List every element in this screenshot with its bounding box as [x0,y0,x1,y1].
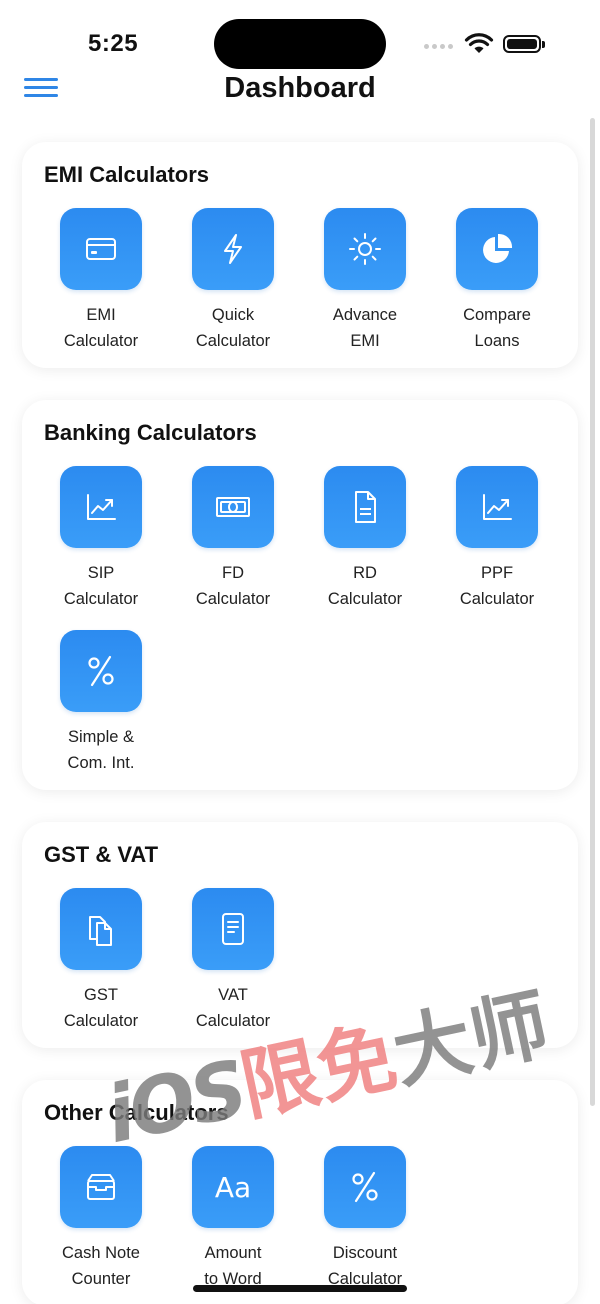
sun-icon [324,208,406,290]
tile-ppf-calculator[interactable]: PPF Calculator [438,466,556,612]
bolt-icon [192,208,274,290]
credit-card-icon [60,208,142,290]
tile-label: Cash Note Counter [62,1244,140,1288]
tile-label: RD Calculator [327,564,403,608]
section-emi-calculators: EMI Calculators EMI Calculator Quick Cal… [22,142,578,368]
tile-sip-calculator[interactable]: SIP Calculator [42,466,160,612]
tile-simple-compound-interest[interactable]: Simple & Com. Int. [42,630,160,776]
text-format-icon: Aa [192,1146,274,1228]
battery-icon [503,35,545,53]
section-title: GST & VAT [44,842,159,867]
tile-label: GST Calculator [63,986,139,1030]
navigation-bar: Dashboard [0,66,600,114]
home-indicator[interactable] [193,1285,407,1292]
page-title: Dashboard [224,72,376,104]
chart-line-up-icon [60,466,142,548]
list-document-icon [192,888,274,970]
section-title: Banking Calculators [44,420,257,445]
tile-vat-calculator[interactable]: VAT Calculator [174,888,292,1034]
wifi-icon [464,33,494,53]
tile-label: SIP Calculator [63,564,139,608]
tile-label: Simple & Com. Int. [67,728,135,772]
tile-label: Quick Calculator [195,306,271,350]
tile-advance-emi[interactable]: Advance EMI [306,208,424,354]
tile-label: PPF Calculator [459,564,535,608]
tile-rd-calculator[interactable]: RD Calculator [306,466,424,612]
tile-cash-note-counter[interactable]: Cash Note Counter [42,1146,160,1292]
tile-amount-to-word[interactable]: Aa Amount to Word [174,1146,292,1292]
scrollbar[interactable] [590,118,595,1106]
percent-icon [324,1146,406,1228]
pie-chart-icon [456,208,538,290]
tile-gst-calculator[interactable]: GST Calculator [42,888,160,1034]
tile-emi-calculator[interactable]: EMI Calculator [42,208,160,354]
status-time: 5:25 [88,30,139,57]
tile-label: Compare Loans [463,306,531,350]
dynamic-island [214,19,386,69]
tile-discount-calculator[interactable]: Discount Calculator [306,1146,424,1292]
document-icon [324,466,406,548]
section-banking-calculators: Banking Calculators SIP Calculator FD Ca… [22,400,578,790]
documents-icon [60,888,142,970]
section-title: EMI Calculators [44,162,210,187]
tile-compare-loans[interactable]: Compare Loans [438,208,556,354]
section-other-calculators: Other Calculators Cash Note Counter Aa A… [22,1080,578,1304]
tile-label: VAT Calculator [195,986,271,1030]
cellular-signal-icon [424,44,453,49]
banknote-icon [192,466,274,548]
section-title: Other Calculators [44,1100,229,1125]
tile-fd-calculator[interactable]: FD Calculator [174,466,292,612]
percent-icon [60,630,142,712]
chart-line-up-icon [456,466,538,548]
tray-icon [60,1146,142,1228]
tile-label: EMI Calculator [63,306,139,350]
tile-quick-calculator[interactable]: Quick Calculator [174,208,292,354]
tile-label: FD Calculator [195,564,271,608]
section-gst-vat: GST & VAT GST Calculator VAT Calculator [22,822,578,1048]
tile-label: Advance EMI [332,306,398,350]
